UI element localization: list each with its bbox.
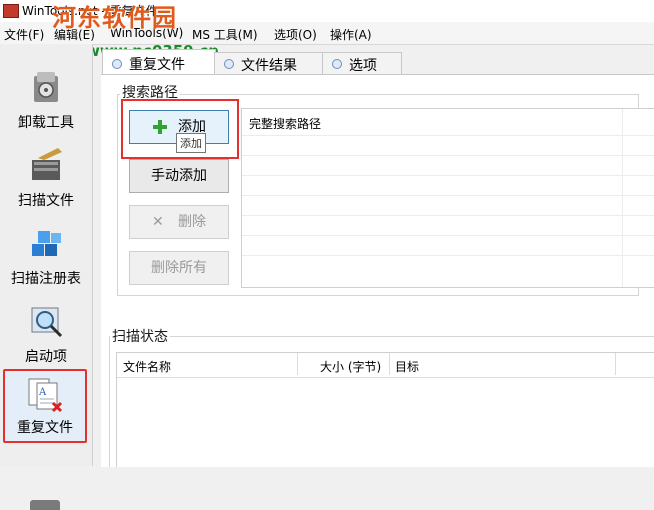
tab-file-results[interactable]: 文件结果 [214, 52, 324, 75]
sidebar-item-label: 扫描注册表 [11, 271, 81, 287]
sidebar-item-scan-registry[interactable]: 扫描注册表 [4, 220, 88, 294]
sidebar-item-uninstall[interactable]: 卸载工具 [4, 64, 88, 138]
list-gridline [242, 195, 654, 196]
registry-cubes-icon [32, 231, 61, 256]
list-gridline [242, 175, 654, 176]
scan-files-icon [32, 148, 62, 180]
list-gridline [242, 235, 654, 236]
sidebar: 卸载工具 扫描文件 扫描注册表 启动项 A 重复文件 [0, 44, 93, 510]
column-separator [389, 353, 390, 375]
column-header-full-path: 完整搜索路径 [249, 117, 322, 131]
header-divider [117, 377, 654, 378]
uninstall-icon [34, 72, 58, 102]
sidebar-item-label: 启动项 [25, 349, 67, 365]
delete-all-button[interactable]: 删除所有 [129, 251, 229, 285]
partial-tool-icon [30, 500, 60, 510]
list-gridline [242, 255, 654, 256]
tab-duplicate-files[interactable]: 重复文件 [102, 49, 216, 76]
app-icon [3, 4, 19, 18]
scan-results-list[interactable]: 文件名称 大小 (字节) 目标 [116, 352, 654, 467]
sidebar-item-startup[interactable]: 启动项 [4, 298, 88, 372]
menu-file[interactable]: 文件(F) [4, 26, 44, 43]
sidebar-item-duplicate-files[interactable]: A 重复文件 [3, 369, 87, 443]
svg-text:A: A [38, 387, 47, 398]
sidebar-item-label: 重复文件 [17, 420, 73, 436]
tab-radio-icon [112, 59, 122, 69]
tab-radio-icon [332, 59, 342, 69]
list-gridline [242, 135, 654, 136]
menu-options[interactable]: 选项(O) [274, 26, 317, 43]
tooltip: 添加 [176, 133, 206, 153]
list-gridline [242, 155, 654, 156]
startup-magnifier-icon [31, 307, 63, 338]
watermark-logo: 河东软件园 [52, 3, 177, 32]
menu-ms-tools[interactable]: MS 工具(M) [192, 26, 258, 43]
manual-add-button[interactable]: 手动添加 [129, 159, 229, 193]
duplicate-files-icon: A [28, 378, 63, 413]
scan-status-title: 扫描状态 [110, 326, 170, 346]
list-gridline [242, 215, 654, 216]
tab-radio-icon [224, 59, 234, 69]
sidebar-item-scan-files[interactable]: 扫描文件 [4, 142, 88, 216]
sidebar-item-label: 卸载工具 [18, 115, 74, 131]
tab-options[interactable]: 选项 [322, 52, 402, 75]
menu-actions[interactable]: 操作(A) [330, 26, 372, 43]
search-path-list[interactable]: 完整搜索路径 [241, 108, 654, 288]
column-separator [615, 353, 616, 375]
delete-button[interactable]: ✕ 删除 [129, 205, 229, 239]
column-separator [297, 353, 298, 375]
close-icon: ✕ [152, 214, 164, 230]
sidebar-item-label: 扫描文件 [18, 193, 74, 209]
